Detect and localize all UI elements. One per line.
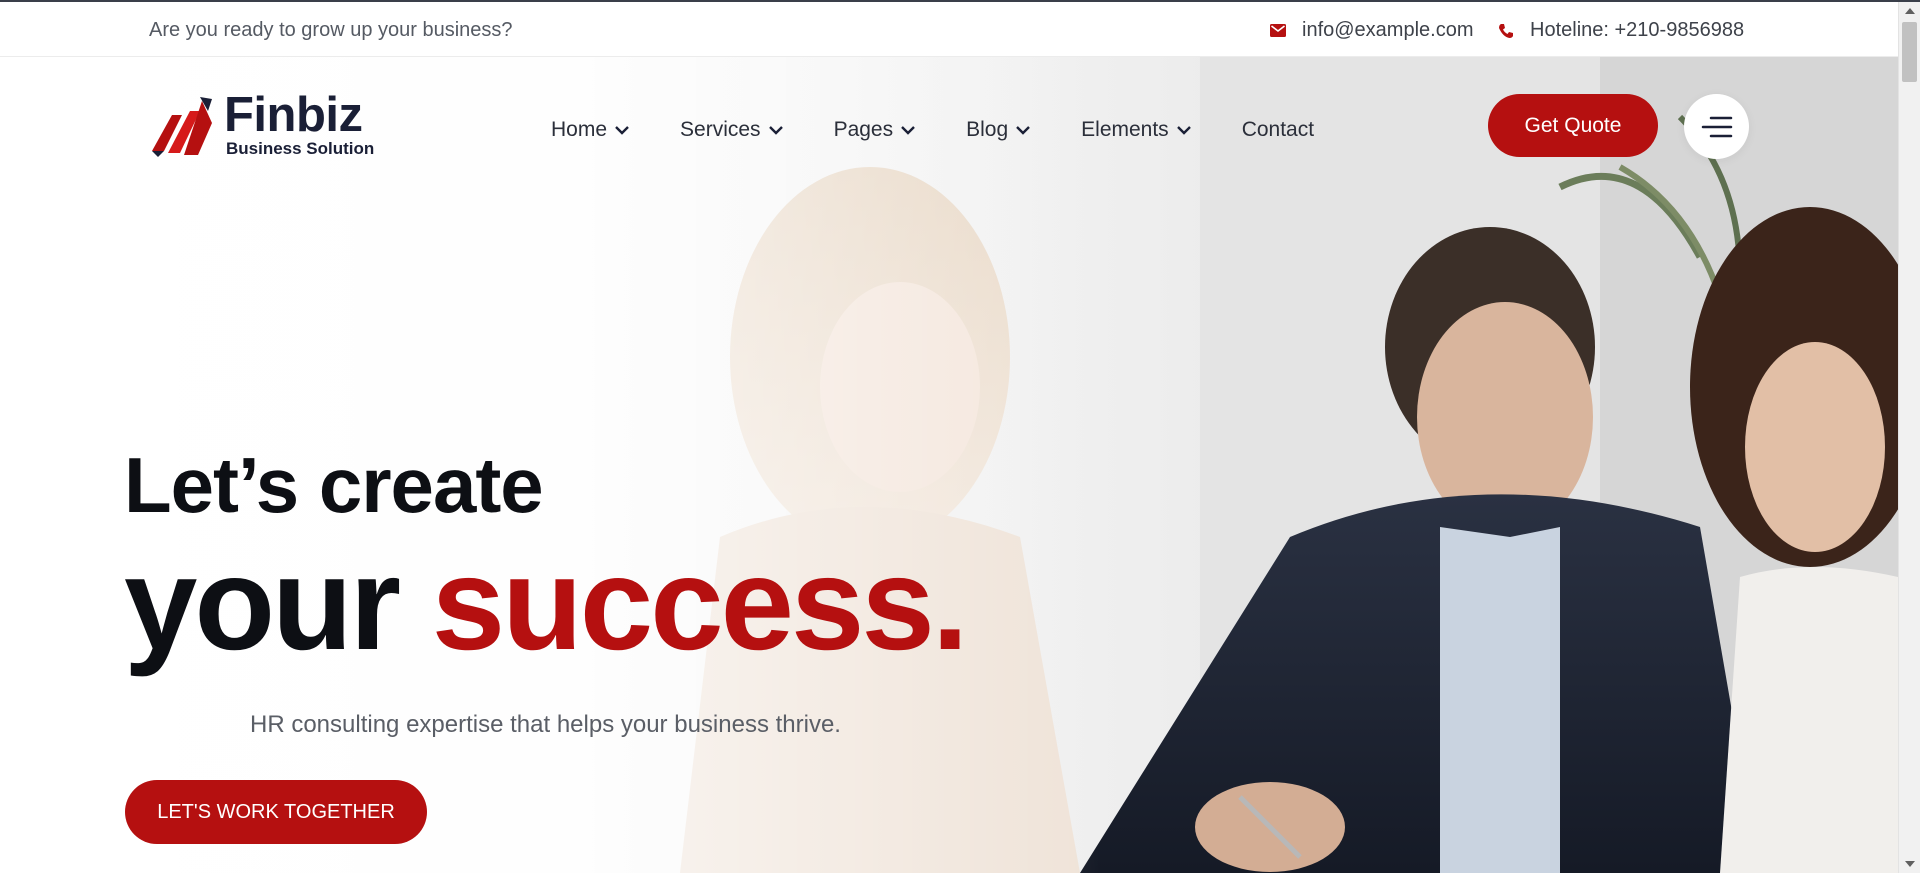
- scroll-down-arrow-icon[interactable]: [1905, 861, 1915, 867]
- nav-item-label: Contact: [1241, 118, 1315, 141]
- nav-item-label: Home: [551, 118, 608, 141]
- contact-phone-link[interactable]: Hoteline: +210-9856988: [1498, 19, 1744, 42]
- nav-item-blog[interactable]: Blog: [966, 118, 1030, 142]
- envelope-icon: [1270, 24, 1286, 37]
- topbar-tagline: Are you ready to grow up your business?: [149, 19, 513, 41]
- nav-item-contact[interactable]: Contact: [1242, 118, 1314, 142]
- brand-logo[interactable]: Finbiz Business Solution: [150, 88, 380, 163]
- nav-item-label: Elements: [1081, 118, 1169, 141]
- hamburger-menu-icon: [1701, 116, 1732, 137]
- chevron-down-icon: [615, 125, 629, 135]
- brand-subtitle: Business Solution: [226, 139, 375, 158]
- hero-heading: Let’s create your success.: [124, 440, 969, 674]
- chevron-down-icon: [901, 125, 915, 135]
- get-quote-button[interactable]: Get Quote: [1488, 94, 1658, 157]
- top-bar: Are you ready to grow up your business? …: [0, 2, 1898, 57]
- hero-subtitle: HR consulting expertise that helps your …: [250, 711, 841, 738]
- nav-item-label: Services: [680, 118, 761, 141]
- nav-item-label: Blog: [966, 118, 1009, 141]
- scroll-up-arrow-icon[interactable]: [1905, 8, 1915, 14]
- main-nav: Home Services Pages Blog Elements Contac…: [551, 115, 1314, 145]
- offcanvas-menu-button[interactable]: [1684, 94, 1749, 159]
- nav-item-elements[interactable]: Elements: [1081, 118, 1191, 142]
- nav-item-home[interactable]: Home: [551, 118, 629, 142]
- chevron-down-icon: [1016, 125, 1030, 135]
- hero-title-dark: your: [124, 530, 401, 677]
- page-scrollbar[interactable]: [1898, 2, 1920, 873]
- hero-title-line2: your success.: [124, 534, 969, 674]
- contact-email-link[interactable]: info@example.com: [1270, 19, 1473, 42]
- nav-item-pages[interactable]: Pages: [834, 118, 916, 142]
- scrollbar-thumb[interactable]: [1902, 22, 1917, 82]
- work-together-button[interactable]: LET'S WORK TOGETHER: [125, 780, 427, 844]
- logo-mark-icon: [152, 97, 212, 157]
- brand-name: Finbiz: [224, 88, 363, 142]
- contact-email-text: info@example.com: [1302, 19, 1474, 41]
- hero-title-accent: success.: [431, 530, 969, 677]
- nav-item-label: Pages: [833, 118, 894, 141]
- nav-item-services[interactable]: Services: [680, 118, 783, 142]
- site-header: Finbiz Business Solution Home Services P…: [0, 57, 1898, 195]
- chevron-down-icon: [768, 125, 783, 135]
- hero-title-line1: Let’s create: [124, 441, 544, 529]
- contact-phone-text: Hoteline: +210-9856988: [1530, 19, 1745, 41]
- phone-icon: [1499, 23, 1513, 38]
- chevron-down-icon: [1176, 125, 1191, 135]
